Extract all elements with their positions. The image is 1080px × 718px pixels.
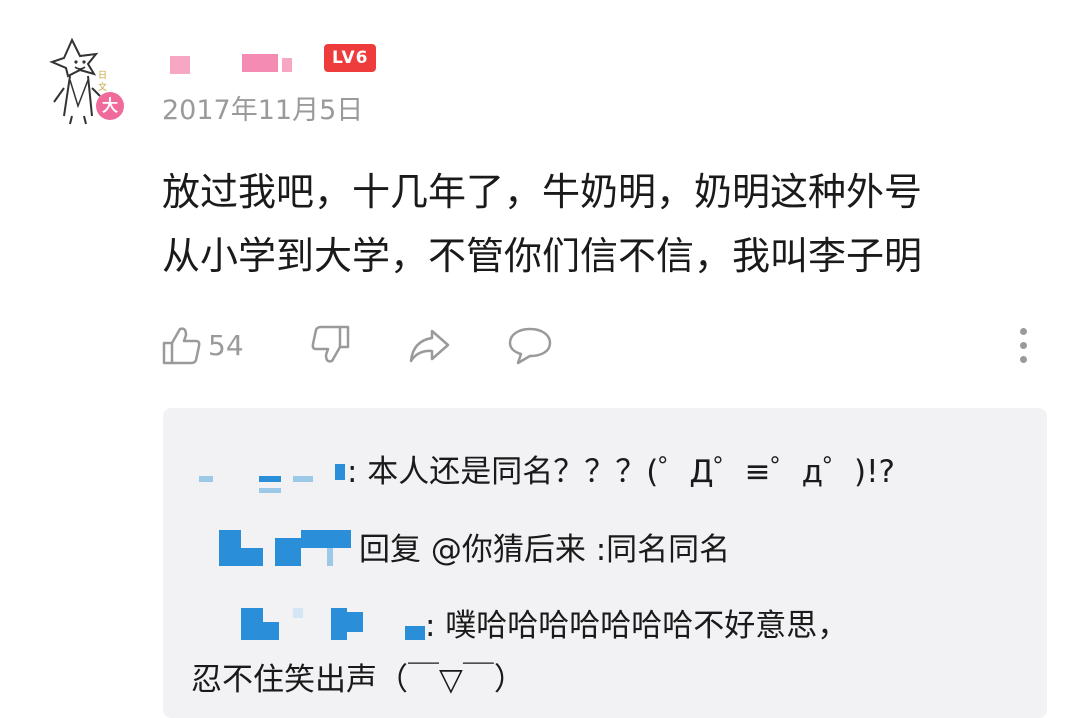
reply-username-mosaic xyxy=(219,530,241,566)
like-button[interactable]: 54 xyxy=(160,320,244,370)
share-arrow-icon xyxy=(409,329,450,363)
username-mosaic xyxy=(170,56,190,74)
reply-username-mosaic xyxy=(199,476,213,482)
reply-username-mosaic xyxy=(241,608,263,640)
comment-bubble-icon xyxy=(508,327,552,365)
reply-username-mosaic xyxy=(301,530,351,548)
reply-button[interactable] xyxy=(506,320,554,370)
avatar-badge-label: 大 xyxy=(101,96,118,115)
comment-line: 从小学到大学，不管你们信不信，我叫李子明 xyxy=(162,234,923,278)
more-options-icon[interactable] xyxy=(1012,324,1036,368)
reply-text: 忍不住笑出声（￣▽￣） xyxy=(191,662,525,698)
reply-username-mosaic xyxy=(293,608,303,618)
username-mosaic xyxy=(242,54,278,72)
thumbs-down-icon xyxy=(311,325,350,363)
reply-username-mosaic xyxy=(263,622,279,640)
reply-text: : 噗哈哈哈哈哈哈哈不好意思， xyxy=(425,608,849,644)
comment-text: 放过我吧，十几年了，牛奶明，奶明这种外号 从小学到大学，不管你们信不信，我叫李子… xyxy=(162,160,922,288)
level-badge: LV6 xyxy=(324,44,377,72)
post-date: 2017年11月5日 xyxy=(162,95,364,126)
avatar-image: 日 文 xyxy=(49,37,124,125)
reply-username-mosaic xyxy=(241,548,263,566)
reply-username-mosaic xyxy=(347,612,363,632)
reply-username-mosaic xyxy=(331,608,347,640)
reply-text: : 本人还是同名？？？(゜Д゜≡゜д゜)!? xyxy=(347,454,895,490)
thumbs-up-icon xyxy=(162,327,201,365)
reply-username-mosaic xyxy=(275,538,301,566)
reply-username-mosaic xyxy=(259,476,281,482)
reply-username-mosaic xyxy=(293,476,313,482)
like-count: 54 xyxy=(208,328,244,362)
share-button[interactable] xyxy=(406,320,454,370)
avatar[interactable]: 日 文 大 xyxy=(44,36,134,126)
dislike-button[interactable] xyxy=(308,320,352,370)
username[interactable] xyxy=(162,42,312,76)
comment-line: 放过我吧，十几年了，牛奶明，奶明这种外号 xyxy=(162,170,923,214)
svg-text:文: 文 xyxy=(98,81,107,93)
username-mosaic xyxy=(282,58,292,72)
reply-username-mosaic xyxy=(259,488,281,493)
reply-text: 回复 @你猜后来 :同名同名 xyxy=(359,532,731,568)
reply-username-mosaic xyxy=(327,548,333,566)
replies-panel: : 本人还是同名？？？(゜Д゜≡゜д゜)!? 回复 @你猜后来 :同名同名 : … xyxy=(163,408,1047,718)
reply-username-mosaic xyxy=(405,626,425,640)
reply-username-mosaic xyxy=(335,464,345,480)
svg-text:日: 日 xyxy=(98,70,107,81)
